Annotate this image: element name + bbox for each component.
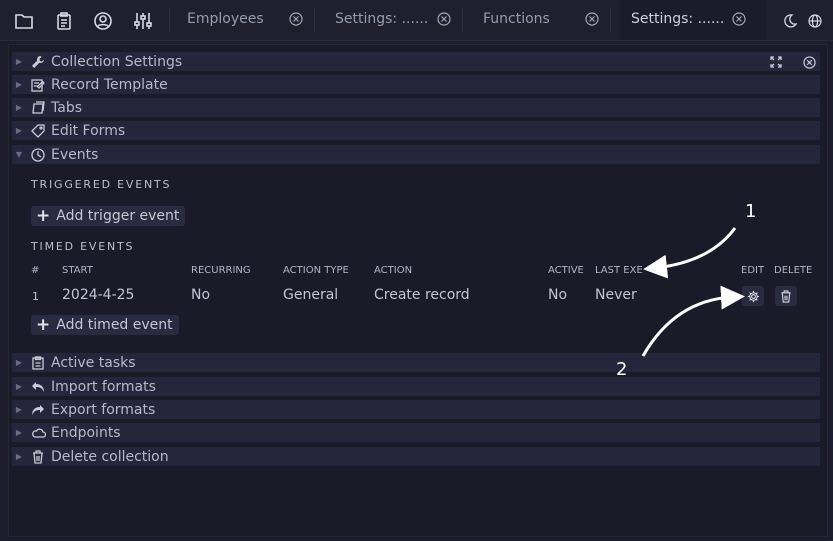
annotation-arrow-1 [643, 227, 737, 279]
annotation-arrow-2 [641, 285, 745, 357]
annotation-arrows [641, 227, 745, 357]
annotation-label-2: 2 [616, 359, 628, 380]
annotation-label-1: 1 [745, 201, 757, 222]
